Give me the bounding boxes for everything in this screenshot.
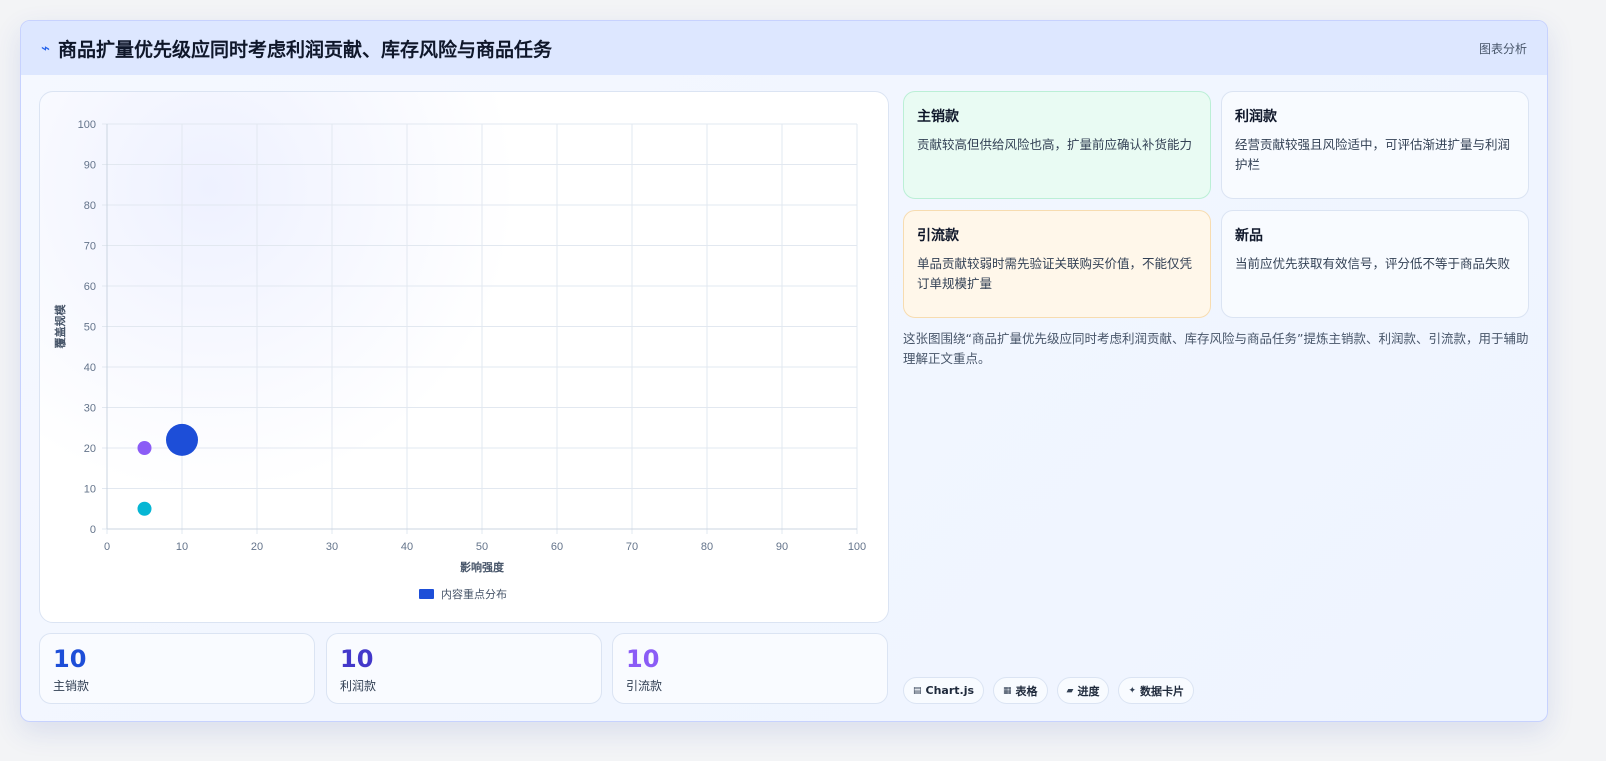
y-tick-label: 60 (84, 281, 96, 293)
y-tick-label: 0 (90, 524, 96, 536)
y-tick-label: 70 (84, 241, 96, 253)
header: ⌁ 商品扩量优先级应同时考虑利润贡献、库存风险与商品任务 图表分析 (21, 21, 1547, 75)
chip-chartjs[interactable]: ▤ Chart.js (903, 677, 985, 704)
y-tick-label: 40 (84, 362, 96, 374)
stat-value: 10 (626, 645, 660, 673)
chip-label: 数据卡片 (1140, 684, 1185, 698)
y-tick-label: 90 (84, 160, 96, 172)
legend-label: 内容重点分布 (441, 587, 507, 601)
y-axis-title: 覆盖规模 (53, 304, 67, 349)
analysis-card: ⌁ 商品扩量优先级应同时考虑利润贡献、库存风险与商品任务 图表分析 0 10 20 3… (20, 20, 1548, 722)
info-card-main: 主销款 贡献较高但供给风险也高，扩量前应确认补货能力 (903, 91, 1211, 199)
chart-description: 这张图围绕“商品扩量优先级应同时考虑利润贡献、库存风险与商品任务”提炼主销款、利… (903, 331, 1529, 366)
x-tick-label: 60 (551, 541, 563, 553)
data-point (137, 501, 152, 516)
info-card-title: 利润款 (1235, 109, 1277, 125)
header-tag: 图表分析 (1478, 41, 1527, 56)
x-tick-label: 80 (701, 541, 713, 553)
table-icon: ▦ (1003, 685, 1012, 696)
info-card-text: 当前应优先获取有效信号，评分低不等于商品失败 (1235, 256, 1511, 271)
title-wrap: ⌁ 商品扩量优先级应同时考虑利润贡献、库存风险与商品任务 (41, 35, 552, 62)
stat-value: 10 (340, 645, 374, 673)
page-title: 商品扩量优先级应同时考虑利润贡献、库存风险与商品任务 (58, 38, 553, 61)
y-tick-label: 10 (84, 484, 96, 496)
y-tick-label: 30 (84, 403, 96, 415)
legend[interactable]: 内容重点分布 (419, 587, 507, 601)
bubble-chart: 0 10 20 30 40 50 60 70 80 90 100 0 10 20 30 40 50 60 70 80 9… (53, 119, 867, 601)
info-card-text: 经营贡献较强且风险适中，可评估渐进扩量与利润护栏 (1235, 137, 1511, 172)
x-tick-label: 40 (401, 541, 413, 553)
chart-panel: 0 10 20 30 40 50 60 70 80 90 100 0 10 20 30 40 50 60 70 80 9… (39, 91, 889, 623)
stat-card-profit: 10 利润款 (326, 633, 602, 704)
chip-row: ▤ Chart.js ▦ 表格 ▰ 进度 ✦ 数据卡片 (903, 677, 1195, 704)
legend-swatch (419, 589, 434, 599)
chip-data-card[interactable]: ✦ 数据卡片 (1118, 677, 1195, 704)
stat-label: 主销款 (53, 679, 90, 693)
x-tick-label: 70 (626, 541, 638, 553)
stat-label: 利润款 (340, 679, 377, 693)
x-tick-label: 20 (251, 541, 263, 553)
stat-card-main: 10 主销款 (39, 633, 315, 704)
info-card-title: 引流款 (917, 228, 959, 244)
sparkle-icon: ✦ (1128, 685, 1137, 696)
data-point (137, 441, 152, 455)
info-card-new: 新品 当前应优先获取有效信号，评分低不等于商品失败 (1221, 210, 1529, 318)
info-card-title: 新品 (1235, 228, 1263, 244)
x-tick-label: 90 (776, 541, 788, 553)
bolt-icon: ⌁ (41, 39, 51, 57)
chip-label: Chart.js (925, 684, 975, 697)
x-tick-label: 10 (176, 541, 188, 553)
y-tick-label: 100 (78, 119, 96, 131)
y-tick-label: 80 (84, 200, 96, 212)
info-card-text: 贡献较高但供给风险也高，扩量前应确认补货能力 (917, 137, 1193, 152)
x-tick-label: 100 (848, 541, 866, 553)
data-point (166, 423, 198, 456)
x-tick-label: 30 (326, 541, 338, 553)
stat-label: 引流款 (626, 679, 663, 693)
grid (102, 123, 858, 534)
chip-table[interactable]: ▦ 表格 (993, 677, 1048, 704)
data-points (137, 423, 198, 516)
y-tick-label: 50 (84, 322, 96, 334)
x-tick-label: 0 (104, 541, 110, 553)
ticks: 0 10 20 30 40 50 60 70 80 90 100 0 10 20 30 40 50 60 70 80 9… (78, 119, 867, 553)
info-card-text: 单品贡献较弱时需先验证关联购买价值，不能仅凭订单规模扩量 (917, 256, 1193, 291)
stat-value: 10 (53, 645, 87, 673)
progress-icon: ▰ (1066, 685, 1074, 696)
info-card-title: 主销款 (917, 109, 959, 125)
chip-progress[interactable]: ▰ 进度 (1056, 677, 1110, 704)
info-card-profit: 利润款 经营贡献较强且风险适中，可评估渐进扩量与利润护栏 (1221, 91, 1529, 199)
info-card-traffic: 引流款 单品贡献较弱时需先验证关联购买价值，不能仅凭订单规模扩量 (903, 210, 1211, 318)
chart-icon: ▤ (913, 685, 922, 696)
stat-card-traffic: 10 引流款 (612, 633, 888, 704)
chip-label: 进度 (1077, 684, 1100, 698)
y-tick-label: 20 (84, 443, 96, 455)
chip-label: 表格 (1015, 684, 1038, 698)
x-axis-title: 影响强度 (460, 560, 505, 574)
x-tick-label: 50 (476, 541, 488, 553)
